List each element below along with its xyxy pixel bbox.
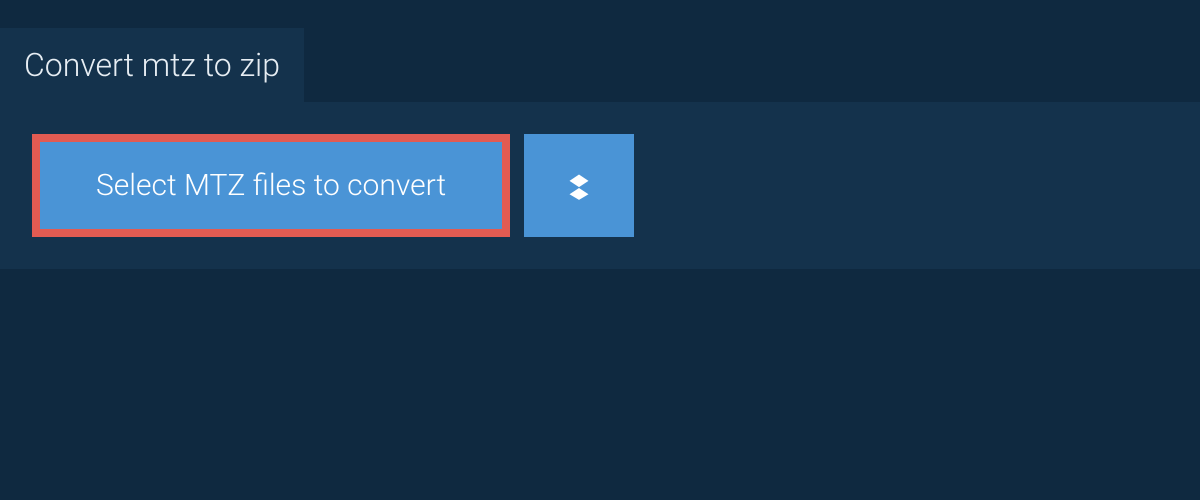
conversion-tab: Convert mtz to zip [0,28,304,102]
button-row: Select MTZ files to convert [32,134,1168,237]
select-files-label: Select MTZ files to convert [96,168,446,203]
select-files-button[interactable]: Select MTZ files to convert [32,134,510,237]
upload-panel: Select MTZ files to convert [0,102,1200,269]
tab-title: Convert mtz to zip [24,46,280,84]
dropbox-button[interactable] [524,134,634,237]
dropbox-icon [560,165,598,207]
